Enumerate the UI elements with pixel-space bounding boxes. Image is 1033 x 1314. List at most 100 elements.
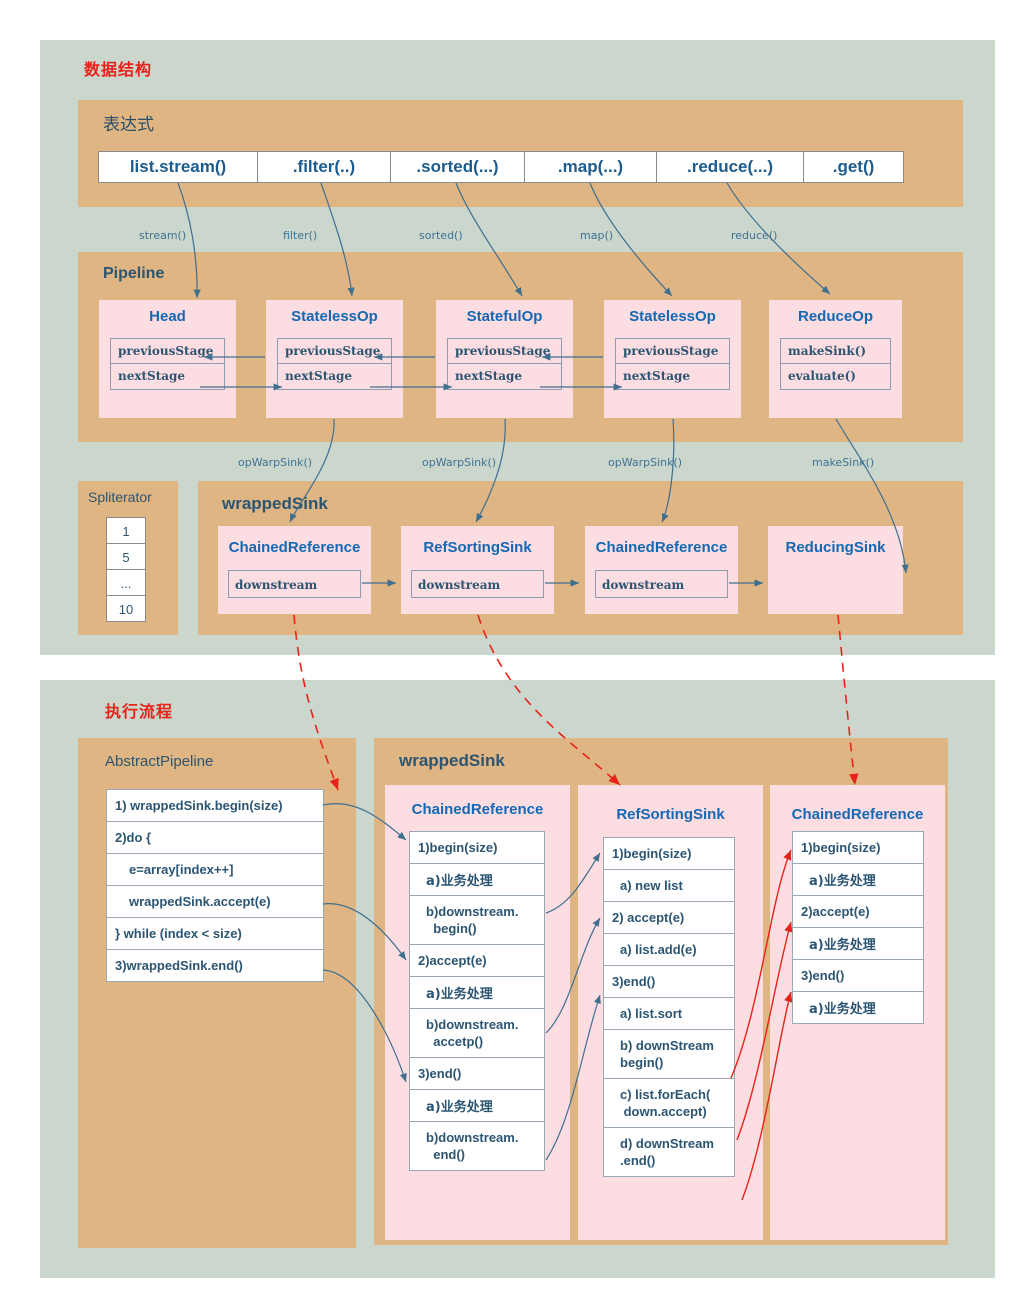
expression-cell-get[interactable]: .get() [803, 151, 904, 183]
stage-field: makeSink() [781, 339, 890, 364]
code-line: b)downstream. begin() [409, 895, 545, 945]
stage-field: previousStage [448, 339, 561, 364]
exec-code-ref-sorting-sink: 1)begin(size) a) new list 2) accept(e) a… [603, 837, 735, 1177]
wrapped-sink-panel-title: wrappedSink [222, 494, 328, 513]
abstract-pipeline-title: AbstractPipeline [105, 753, 214, 770]
sink-reducing-sink[interactable]: ReducingSink [768, 526, 903, 614]
code-line: d) downStream .end() [603, 1127, 735, 1177]
abstract-pipeline-code: 1) wrappedSink.begin(size) 2)do { e=arra… [106, 789, 324, 982]
expression-cell-map[interactable]: .map(...) [524, 151, 657, 183]
code-line: a)业务处理 [792, 991, 924, 1024]
exec-column-title: RefSortingSink [616, 806, 725, 823]
pipeline-stage-statelessop-1[interactable]: StatelessOp previousStage nextStage [266, 300, 403, 418]
sink-chained-reference-1[interactable]: ChainedReference downstream [218, 526, 371, 614]
connector-label-makesink: makeSink() [812, 456, 875, 469]
expression-cell-reduce[interactable]: .reduce(...) [656, 151, 804, 183]
stage-fields: previousStage nextStage [277, 338, 392, 390]
stage-field: previousStage [278, 339, 391, 364]
expression-cell-stream[interactable]: list.stream() [98, 151, 258, 183]
code-line: 2)accept(e) [409, 944, 545, 977]
code-line: a) new list [603, 869, 735, 902]
exec-wrapped-sink-title: wrappedSink [399, 751, 505, 770]
code-line: a)业务处理 [409, 863, 545, 896]
code-line: 1)begin(size) [603, 837, 735, 870]
expression-cell-filter[interactable]: .filter(..) [257, 151, 391, 183]
stage-title: ReduceOp [797, 308, 873, 325]
code-line: a)业务处理 [792, 863, 924, 896]
code-line: e=array[index++] [106, 853, 324, 886]
stage-fields: makeSink() evaluate() [780, 338, 891, 390]
code-line: a)业务处理 [792, 927, 924, 960]
exec-flow-title: 执行流程 [105, 702, 174, 721]
data-structure-title: 数据结构 [84, 60, 153, 79]
stage-title: Head [149, 308, 186, 325]
pipeline-stage-reduceop[interactable]: ReduceOp makeSink() evaluate() [769, 300, 902, 418]
spliterator-cell: 5 [106, 543, 146, 570]
exec-column-title: ChainedReference [791, 806, 924, 823]
code-line: b)downstream. accetp() [409, 1008, 545, 1058]
exec-column-title: ChainedReference [411, 801, 544, 818]
code-line: 3)wrappedSink.end() [106, 949, 324, 982]
connector-label-reduce: reduce() [731, 229, 778, 242]
code-line: a) list.sort [603, 997, 735, 1030]
code-line: 2) accept(e) [603, 901, 735, 934]
code-line: b) downStream begin() [603, 1029, 735, 1079]
connector-label-map: map() [580, 229, 614, 242]
spliterator-cell: 1 [106, 517, 146, 544]
stage-fields: previousStage nextStage [110, 338, 225, 390]
stage-title: StatelessOp [291, 308, 378, 325]
code-line: 1) wrappedSink.begin(size) [106, 789, 324, 822]
sink-title: ChainedReference [595, 539, 728, 556]
code-line: 2)accept(e) [792, 895, 924, 928]
code-line: 1)begin(size) [792, 831, 924, 864]
sink-field-downstream: downstream [228, 570, 361, 598]
stage-fields: previousStage nextStage [615, 338, 730, 390]
connector-label-stream: stream() [139, 229, 187, 242]
code-line: 3)end() [792, 959, 924, 992]
code-line: 1)begin(size) [409, 831, 545, 864]
stage-field: nextStage [448, 364, 561, 389]
sink-field-downstream: downstream [595, 570, 728, 598]
pipeline-stage-head[interactable]: Head previousStage nextStage [99, 300, 236, 418]
code-line: wrappedSink.accept(e) [106, 885, 324, 918]
stage-title: StatelessOp [629, 308, 716, 325]
sink-title: ChainedReference [228, 539, 361, 556]
connector-label-opwarpsink-2: opWarpSink() [422, 456, 497, 469]
connector-label-filter: filter() [283, 229, 318, 242]
stage-field: nextStage [616, 364, 729, 389]
stage-field: previousStage [616, 339, 729, 364]
sink-title: RefSortingSink [423, 539, 532, 556]
pipeline-stage-statelessop-2[interactable]: StatelessOp previousStage nextStage [604, 300, 741, 418]
code-line: } while (index < size) [106, 917, 324, 950]
connector-label-opwarpsink-3: opWarpSink() [608, 456, 683, 469]
code-line: b)downstream. end() [409, 1121, 545, 1171]
code-line: 3)end() [409, 1057, 545, 1090]
stage-fields: previousStage nextStage [447, 338, 562, 390]
stage-field: nextStage [111, 364, 224, 389]
sink-field-downstream: downstream [411, 570, 544, 598]
spliterator-cell: ... [106, 569, 146, 596]
code-line: a)业务处理 [409, 1089, 545, 1122]
stage-field: previousStage [111, 339, 224, 364]
spliterator-panel-title: Spliterator [88, 489, 152, 505]
spliterator-cell: 10 [106, 595, 146, 622]
pipeline-panel-title: Pipeline [103, 265, 165, 282]
exec-code-chained-reference-1: 1)begin(size) a)业务处理 b)downstream. begin… [409, 831, 545, 1171]
expression-cells: list.stream() .filter(..) .sorted(...) .… [98, 151, 904, 183]
stage-title: StatefulOp [466, 308, 543, 325]
code-line: a)业务处理 [409, 976, 545, 1009]
pipeline-stage-statefulop[interactable]: StatefulOp previousStage nextStage [436, 300, 573, 418]
code-line: a) list.add(e) [603, 933, 735, 966]
sink-chained-reference-2[interactable]: ChainedReference downstream [585, 526, 738, 614]
exec-code-chained-reference-2: 1)begin(size) a)业务处理 2)accept(e) a)业务处理 … [792, 831, 924, 1024]
code-line: 3)end() [603, 965, 735, 998]
code-line: 2)do { [106, 821, 324, 854]
stage-field: nextStage [278, 364, 391, 389]
connector-label-opwarpsink-1: opWarpSink() [238, 456, 313, 469]
sink-title: ReducingSink [785, 539, 886, 556]
expression-cell-sorted[interactable]: .sorted(...) [390, 151, 525, 183]
code-line: c) list.forEach( down.accept) [603, 1078, 735, 1128]
connector-label-sorted: sorted() [419, 229, 463, 242]
sink-ref-sorting-sink[interactable]: RefSortingSink downstream [401, 526, 554, 614]
expression-panel-title: 表达式 [103, 115, 154, 135]
